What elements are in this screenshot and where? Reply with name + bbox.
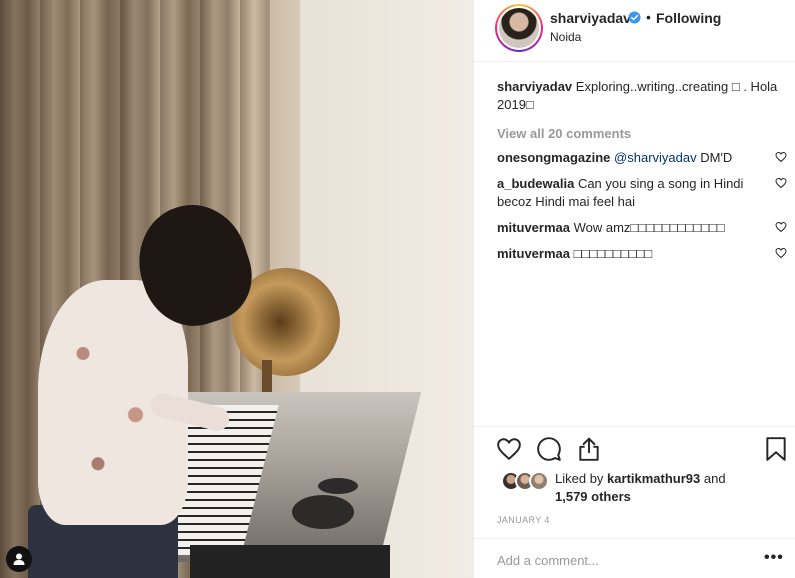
comment-username[interactable]: a_budewalia (497, 176, 574, 191)
comment-text: □□□□□□□□□□ (573, 246, 653, 261)
likes-prefix: Liked by (555, 471, 604, 486)
comments-section: sharviyadav Exploring..writing..creating… (497, 78, 787, 263)
heart-icon[interactable] (496, 436, 522, 462)
comment-mention[interactable]: @sharviyadav (614, 150, 697, 165)
post-date[interactable]: JANUARY 4 (497, 515, 550, 525)
heart-icon[interactable] (775, 177, 787, 189)
heart-icon[interactable] (775, 151, 787, 163)
bookmark-icon[interactable] (763, 436, 789, 462)
comment-text: Wow amz□□□□□□□□□□□□ (573, 220, 725, 235)
separator-dot: • (646, 9, 651, 25)
divider (474, 538, 795, 539)
avatar[interactable] (495, 4, 543, 52)
heart-icon[interactable] (775, 247, 787, 259)
avatar-image (499, 8, 539, 48)
keyboard-speaker (292, 495, 354, 529)
following-button[interactable]: Following (656, 10, 721, 26)
post-caption: sharviyadav Exploring..writing..creating… (497, 78, 787, 114)
user-icon[interactable] (6, 546, 32, 572)
likes-summary: Liked by kartikmathur93 and 1,579 others (497, 469, 787, 509)
comment-item: a_budewalia Can you sing a song in Hindi… (497, 175, 787, 211)
comment-username[interactable]: onesongmagazine (497, 150, 610, 165)
location-link[interactable]: Noida (550, 30, 581, 44)
comment-username[interactable]: mituvermaa (497, 220, 570, 235)
divider (474, 426, 795, 427)
add-comment-input[interactable]: Add a comment... (497, 553, 599, 568)
liked-by-user-link[interactable]: kartikmathur93 (607, 471, 700, 486)
likes-and: and (703, 471, 726, 486)
more-options-button[interactable]: ••• (764, 549, 784, 567)
likes-text: Liked by kartikmathur93 and 1,579 others (555, 470, 726, 506)
comment-item: onesongmagazine @sharviyadav DM'D (497, 149, 787, 167)
keyboard-speaker (318, 478, 358, 494)
comment-bubble-icon[interactable] (536, 436, 562, 462)
liker-avatar[interactable] (529, 471, 549, 491)
share-icon[interactable] (576, 436, 602, 462)
comment-item: mituvermaa □□□□□□□□□□ (497, 245, 787, 263)
post-photo[interactable] (0, 0, 473, 578)
comment-item: mituvermaa Wow amz□□□□□□□□□□□□ (497, 219, 787, 237)
likes-count-link[interactable]: 1,579 others (555, 489, 631, 504)
post-header: sharviyadav • Following Noida (474, 0, 795, 62)
username-link[interactable]: sharviyadav (550, 10, 631, 26)
verified-badge-icon (628, 11, 641, 24)
heart-icon[interactable] (775, 221, 787, 233)
caption-username[interactable]: sharviyadav (497, 79, 572, 94)
view-all-comments-link[interactable]: View all 20 comments (497, 126, 787, 141)
keyboard-stand (190, 545, 390, 578)
post-details-panel: sharviyadav • Following Noida sharviyada… (473, 0, 795, 578)
comment-text: DM'D (696, 150, 733, 165)
comment-username[interactable]: mituvermaa (497, 246, 570, 261)
